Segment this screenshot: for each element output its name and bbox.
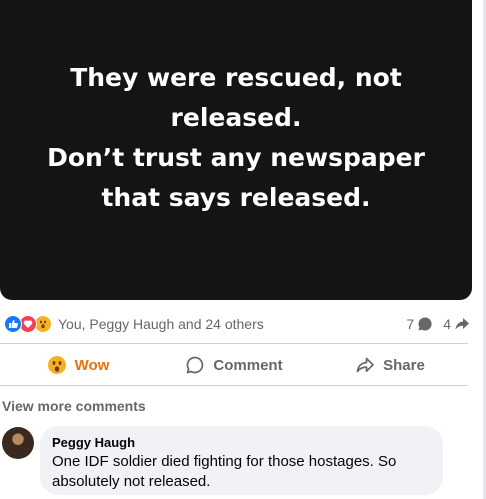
share-count[interactable]: 4	[443, 316, 470, 332]
wow-icon	[47, 355, 67, 375]
share-button[interactable]: Share	[312, 348, 468, 382]
divider	[0, 343, 468, 344]
comment-bubble: Peggy Haugh One IDF soldier died fightin…	[40, 426, 443, 495]
share-icon	[355, 355, 375, 375]
view-more-comments-link[interactable]: View more comments	[2, 398, 146, 414]
comment-count[interactable]: 7	[406, 316, 433, 332]
post-text-card: They were rescued, not released. Don’t t…	[0, 0, 472, 300]
post-actions: Wow Comment Share	[0, 348, 468, 382]
engagement-counts: 7 4	[396, 316, 470, 332]
post-text: They were rescued, not released. Don’t t…	[47, 63, 425, 212]
comment-button[interactable]: Comment	[156, 348, 312, 382]
comment-text: One IDF soldier died fighting for those …	[52, 453, 397, 490]
like-icon	[4, 315, 22, 333]
comment-author[interactable]: Peggy Haugh	[52, 435, 431, 451]
wow-reaction-button[interactable]: Wow	[0, 348, 156, 382]
commenter-avatar[interactable]	[2, 427, 34, 459]
share-arrow-icon	[454, 316, 470, 332]
comment-bubble-icon	[417, 316, 433, 332]
reactions-summary-row[interactable]: You, Peggy Haugh and 24 others 7 4	[4, 313, 470, 335]
divider	[0, 385, 468, 386]
reaction-icons[interactable]	[4, 315, 52, 333]
reaction-summary-text[interactable]: You, Peggy Haugh and 24 others	[58, 316, 264, 332]
comment-icon	[185, 355, 205, 375]
